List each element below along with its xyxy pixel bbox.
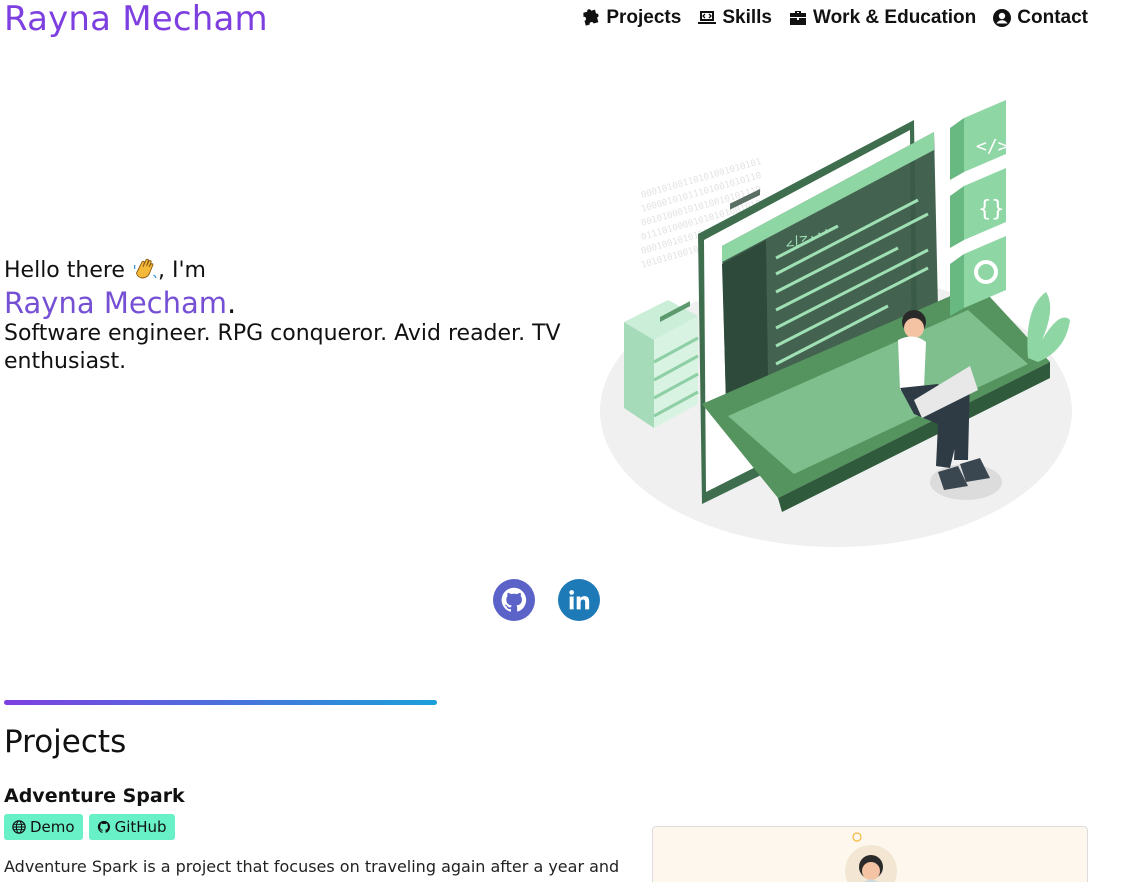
hero-tagline: Software engineer. RPG conqueror. Avid r… xyxy=(4,321,561,374)
section-divider xyxy=(4,700,437,705)
briefcase-icon xyxy=(789,11,806,25)
waving-hand-icon xyxy=(133,258,157,279)
user-circle-icon xyxy=(993,9,1012,27)
nav-projects-label: Projects xyxy=(606,7,682,28)
hero-greeting-line: Hello there , I'm xyxy=(4,256,564,286)
project-screenshot xyxy=(652,826,1088,882)
github-button[interactable]: GitHub xyxy=(88,814,175,840)
linkedin-icon xyxy=(569,590,590,610)
nav-work-education[interactable]: Work & Education xyxy=(788,7,976,29)
laptop-code-icon xyxy=(698,11,717,24)
nav-contact[interactable]: Contact xyxy=(992,7,1088,29)
hero-name-period: . xyxy=(227,286,237,320)
demo-button[interactable]: Demo xyxy=(4,814,83,840)
project-links: Demo GitHub xyxy=(4,814,175,840)
linkedin-link[interactable] xyxy=(558,579,600,621)
nav-contact-label: Contact xyxy=(1017,7,1088,28)
project-description: Adventure Spark is a project that focuse… xyxy=(4,857,620,882)
hero-intro: Hello there , I'm Rayna Mecham. Software… xyxy=(4,256,564,376)
demo-button-label: Demo xyxy=(30,818,75,836)
projects-heading: Projects xyxy=(4,724,127,760)
svg-text:{}: {} xyxy=(978,197,1005,222)
hero-greeting-suffix: , I'm xyxy=(157,258,206,283)
hero-greeting: Hello there xyxy=(4,258,125,283)
main-nav: Projects Skills Work & Education Contact xyxy=(581,7,1088,29)
developer-illustration: 00010100110101001010101 1000010101110100… xyxy=(600,100,1072,547)
github-button-label: GitHub xyxy=(114,818,167,836)
github-icon xyxy=(97,820,110,833)
social-links xyxy=(493,579,600,621)
nav-projects[interactable]: Projects xyxy=(581,7,681,29)
github-link[interactable] xyxy=(493,579,535,621)
hero-name: Rayna Mecham xyxy=(4,286,228,320)
hero-name-line: Rayna Mecham. xyxy=(4,286,564,320)
reading-illustration xyxy=(845,832,897,882)
svg-text:</>: </> xyxy=(976,136,1009,157)
puzzle-icon xyxy=(583,9,599,26)
site-title[interactable]: Rayna Mecham xyxy=(4,0,268,40)
nav-skills-label: Skills xyxy=(722,7,772,28)
github-icon xyxy=(501,587,527,612)
nav-skills[interactable]: Skills xyxy=(697,7,772,29)
nav-work-education-label: Work & Education xyxy=(812,7,977,28)
project-title: Adventure Spark xyxy=(4,785,185,807)
globe-icon xyxy=(12,820,26,834)
